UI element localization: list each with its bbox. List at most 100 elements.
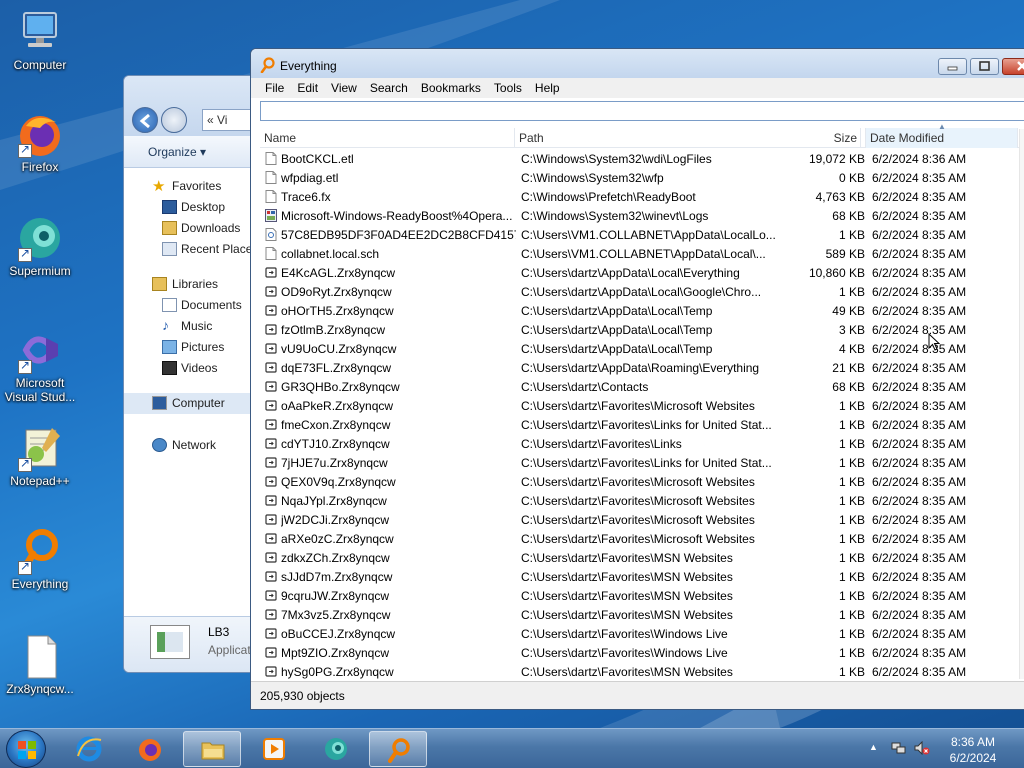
desktop-icon-supermium[interactable]: Supermium bbox=[2, 214, 78, 278]
table-row[interactable]: dqE73FL.Zrx8ynqcw C:\Users\dartz\AppData\… bbox=[260, 358, 1024, 377]
shortcut-arrow-icon bbox=[18, 358, 32, 374]
table-row[interactable]: Mpt9ZIO.Zrx8ynqcw C:\Users\dartz\Favorite… bbox=[260, 643, 1024, 662]
sidebar-item-videos[interactable]: Videos bbox=[124, 358, 262, 379]
mouse-cursor-icon bbox=[928, 333, 940, 351]
cell-name: vU9UoCU.Zrx8ynqcw bbox=[281, 342, 397, 356]
taskbar-explorer[interactable] bbox=[183, 731, 241, 767]
sidebar-item-computer[interactable]: Computer bbox=[124, 393, 262, 414]
menu-view[interactable]: View bbox=[326, 78, 365, 98]
sidebar-item-music[interactable]: ♪ Music bbox=[124, 316, 262, 337]
table-row[interactable]: oBuCCEJ.Zrx8ynqcw C:\Users\dartz\Favorite… bbox=[260, 624, 1024, 643]
taskbar-everything[interactable] bbox=[369, 731, 427, 767]
table-row[interactable]: GR3QHBo.Zrx8ynqcw C:\Users\dartz\Contacts… bbox=[260, 377, 1024, 396]
back-button[interactable] bbox=[132, 107, 158, 133]
table-row[interactable]: sJJdD7m.Zrx8ynqcw C:\Users\dartz\Favorite… bbox=[260, 567, 1024, 586]
taskbar-internet-explorer[interactable] bbox=[60, 731, 118, 767]
desktop-icon-firefox[interactable]: Firefox bbox=[2, 110, 78, 174]
cell-size: 1 KB bbox=[838, 475, 865, 489]
cell-path: C:\Users\dartz\Favorites\MSN Websites bbox=[521, 665, 733, 679]
table-row[interactable]: jW2DCJi.Zrx8ynqcw C:\Users\dartz\Favorite… bbox=[260, 510, 1024, 529]
desktop-icon-notepadpp[interactable]: Notepad++ bbox=[2, 424, 78, 488]
taskbar-supermium[interactable] bbox=[307, 731, 365, 767]
table-row[interactable]: collabnet.local.sch C:\Users\VM1.COLLABNE… bbox=[260, 244, 1024, 263]
maximize-button[interactable] bbox=[970, 58, 999, 75]
close-button[interactable] bbox=[1002, 58, 1024, 75]
table-row[interactable]: Microsoft-Windows-ReadyBoost%4Opera... C:… bbox=[260, 206, 1024, 225]
forward-button[interactable] bbox=[161, 107, 187, 133]
everything-window[interactable]: Everything File Edit View Search Bookmar… bbox=[250, 48, 1024, 710]
menu-edit[interactable]: Edit bbox=[292, 78, 326, 98]
minimize-button[interactable] bbox=[938, 58, 967, 75]
cell-size: 68 KB bbox=[832, 380, 865, 394]
show-hidden-icons-button[interactable]: ▲ bbox=[869, 742, 878, 752]
libraries-icon bbox=[152, 277, 167, 291]
table-row[interactable]: oHOrTH5.Zrx8ynqcw C:\Users\dartz\AppData\… bbox=[260, 301, 1024, 320]
table-row[interactable]: aRXe0zC.Zrx8ynqcw C:\Users\dartz\Favorite… bbox=[260, 529, 1024, 548]
file-type-icon bbox=[265, 608, 277, 621]
title-bar[interactable]: Everything bbox=[251, 49, 1024, 78]
explorer-window[interactable]: « Vi Organize ▾ ★ Favorites Desktop Down… bbox=[123, 75, 263, 673]
column-header-size[interactable]: Size bbox=[770, 128, 866, 148]
search-input[interactable] bbox=[260, 101, 1024, 121]
menu-bookmarks[interactable]: Bookmarks bbox=[416, 78, 489, 98]
vertical-scrollbar[interactable] bbox=[1019, 129, 1024, 679]
file-type-icon bbox=[265, 589, 277, 602]
menu-search[interactable]: Search bbox=[365, 78, 416, 98]
cell-size: 21 KB bbox=[832, 361, 865, 375]
desktop-icon-file[interactable]: Zrx8ynqcw... bbox=[2, 632, 78, 696]
cell-date-modified: 6/2/2024 8:36 AM bbox=[872, 152, 967, 166]
table-row[interactable]: BootCKCL.etl C:\Windows\System32\wdi\LogF… bbox=[260, 149, 1024, 168]
clock[interactable]: 8:36 AM 6/2/2024 bbox=[940, 734, 1006, 766]
table-row[interactable]: oAaPkeR.Zrx8ynqcw C:\Users\dartz\Favorite… bbox=[260, 396, 1024, 415]
table-row[interactable]: 9cqruJW.Zrx8ynqcw C:\Users\dartz\Favorite… bbox=[260, 586, 1024, 605]
table-row[interactable]: wfpdiag.etl C:\Windows\System32\wfp 0 KB 6/… bbox=[260, 168, 1024, 187]
sidebar-item-libraries[interactable]: Libraries bbox=[124, 274, 262, 295]
taskbar-firefox[interactable] bbox=[121, 731, 179, 767]
start-button[interactable] bbox=[6, 730, 46, 768]
menu-help[interactable]: Help bbox=[530, 78, 568, 98]
cell-name: collabnet.local.sch bbox=[281, 247, 380, 261]
sidebar-item-pictures[interactable]: Pictures bbox=[124, 337, 262, 358]
cell-date-modified: 6/2/2024 8:35 AM bbox=[872, 380, 967, 394]
network-tray-icon[interactable] bbox=[891, 741, 907, 755]
sidebar-item-downloads[interactable]: Downloads bbox=[124, 218, 262, 239]
sidebar-item-favorites[interactable]: ★ Favorites bbox=[124, 176, 262, 197]
menu-file[interactable]: File bbox=[260, 78, 292, 98]
shortcut-arrow-icon bbox=[18, 246, 32, 262]
sidebar-item-desktop[interactable]: Desktop bbox=[124, 197, 262, 218]
table-row[interactable]: fzOtlmB.Zrx8ynqcw C:\Users\dartz\AppData\… bbox=[260, 320, 1024, 339]
computer-icon bbox=[16, 8, 64, 56]
file-type-icon bbox=[265, 228, 277, 241]
table-row[interactable]: E4KcAGL.Zrx8ynqcw C:\Users\dartz\AppData\… bbox=[260, 263, 1024, 282]
desktop-icon-computer[interactable]: Computer bbox=[2, 8, 78, 72]
column-header-date-modified[interactable]: Date Modified ▲ bbox=[866, 122, 1018, 148]
taskbar-media-player[interactable] bbox=[245, 731, 303, 767]
organize-button[interactable]: Organize ▾ bbox=[148, 145, 206, 159]
desktop-icon-visual-studio[interactable]: Microsoft Visual Stud... bbox=[2, 326, 78, 404]
cell-name: Trace6.fx bbox=[281, 190, 331, 204]
table-row[interactable]: zdkxZCh.Zrx8ynqcw C:\Users\dartz\Favorite… bbox=[260, 548, 1024, 567]
table-row[interactable]: Trace6.fx C:\Windows\Prefetch\ReadyBoot 4,… bbox=[260, 187, 1024, 206]
table-row[interactable]: cdYTJ10.Zrx8ynqcw C:\Users\dartz\Favorite… bbox=[260, 434, 1024, 453]
table-row[interactable]: vU9UoCU.Zrx8ynqcw C:\Users\dartz\AppData\… bbox=[260, 339, 1024, 358]
menu-tools[interactable]: Tools bbox=[489, 78, 530, 98]
table-row[interactable]: 7jHJE7u.Zrx8ynqcw C:\Users\dartz\Favorite… bbox=[260, 453, 1024, 472]
table-row[interactable]: OD9oRyt.Zrx8ynqcw C:\Users\dartz\AppData\… bbox=[260, 282, 1024, 301]
table-row[interactable]: NqaJYpl.Zrx8ynqcw C:\Users\dartz\Favorite… bbox=[260, 491, 1024, 510]
table-row[interactable]: fmeCxon.Zrx8ynqcw C:\Users\dartz\Favorite… bbox=[260, 415, 1024, 434]
column-header-name[interactable]: Name bbox=[260, 128, 515, 148]
table-row[interactable]: hySg0PG.Zrx8ynqcw C:\Users\dartz\Favorite… bbox=[260, 662, 1024, 681]
everything-icon bbox=[260, 57, 275, 73]
desktop-icon-label: Supermium bbox=[9, 264, 71, 278]
sidebar-item-network[interactable]: Network bbox=[124, 435, 262, 456]
desktop-icon-everything[interactable]: Everything bbox=[2, 527, 78, 591]
cell-name: OD9oRyt.Zrx8ynqcw bbox=[281, 285, 392, 299]
music-icon: ♪ bbox=[162, 317, 169, 333]
sidebar-item-recent-places[interactable]: Recent Places bbox=[124, 239, 262, 260]
sidebar-item-documents[interactable]: Documents bbox=[124, 295, 262, 316]
volume-muted-icon[interactable] bbox=[914, 741, 930, 755]
table-row[interactable]: QEX0V9q.Zrx8ynqcw C:\Users\dartz\Favorite… bbox=[260, 472, 1024, 491]
table-row[interactable]: 7Mx3vz5.Zrx8ynqcw C:\Users\dartz\Favorite… bbox=[260, 605, 1024, 624]
table-row[interactable]: 57C8EDB95DF3F0AD4EE2DC2B8CFD4157 C:\Users… bbox=[260, 225, 1024, 244]
cell-size: 1 KB bbox=[838, 494, 865, 508]
